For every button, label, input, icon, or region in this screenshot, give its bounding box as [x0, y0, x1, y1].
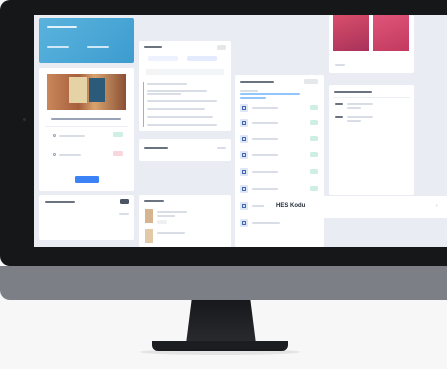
upcoming-title	[347, 107, 361, 109]
dashboard-screen: HES Kodu ›	[34, 15, 447, 247]
order-name	[252, 154, 278, 156]
sayac-toggle[interactable]	[120, 199, 129, 204]
vote-button[interactable]	[75, 176, 99, 183]
task-item[interactable]	[147, 116, 213, 118]
upcoming-date	[335, 116, 343, 118]
tab-active[interactable]	[148, 56, 178, 61]
news-card	[139, 195, 231, 247]
hes-code-title: HES Kodu	[276, 203, 306, 209]
upcoming-title	[347, 103, 373, 105]
orders-link[interactable]	[240, 93, 300, 95]
monitor-stand	[186, 300, 256, 344]
welcome-banner	[39, 18, 134, 63]
book-cover	[69, 77, 87, 103]
order-name	[252, 107, 278, 109]
order-status	[310, 152, 318, 157]
orders-subtitle	[240, 90, 258, 92]
option-badge	[113, 151, 123, 156]
orders-link[interactable]	[240, 97, 266, 99]
option-radio[interactable]	[53, 153, 56, 156]
monitor-chin	[0, 266, 447, 300]
task-list-card	[139, 41, 231, 131]
task-marker	[143, 82, 144, 127]
sayac-value	[119, 213, 129, 215]
event-poster[interactable]	[373, 15, 409, 51]
document-icon	[240, 185, 248, 193]
card-title	[334, 91, 372, 93]
banner-text-line	[87, 46, 109, 48]
card-link[interactable]	[217, 147, 226, 149]
card-title	[45, 201, 75, 203]
task-list	[139, 79, 231, 131]
card-question-line	[51, 118, 121, 120]
task-item[interactable]	[147, 90, 207, 92]
task-search-input[interactable]	[146, 69, 224, 75]
option-label	[59, 135, 85, 137]
order-name	[252, 171, 278, 173]
document-icon	[240, 219, 248, 227]
order-status	[310, 169, 318, 174]
order-status	[310, 105, 318, 110]
library-card	[39, 68, 134, 191]
card-title	[144, 200, 164, 202]
banner-text-line	[47, 46, 69, 48]
view-all-button[interactable]	[304, 79, 318, 84]
document-icon	[240, 119, 248, 127]
order-name	[252, 122, 278, 124]
welcome-banner-card	[39, 18, 134, 63]
card-title	[144, 46, 162, 48]
chevron-right-icon[interactable]: ›	[436, 204, 438, 209]
news-title	[157, 232, 185, 234]
task-item[interactable]	[147, 83, 187, 85]
document-icon	[240, 151, 248, 159]
option-badge	[113, 132, 123, 137]
task-item[interactable]	[147, 93, 181, 95]
banner-text-line	[47, 26, 77, 28]
upcoming-card	[329, 85, 414, 195]
task-item[interactable]	[147, 124, 217, 126]
upcoming-title	[347, 116, 373, 118]
document-icon	[240, 202, 248, 210]
divider	[333, 97, 410, 98]
divider	[45, 126, 128, 127]
news-thumbnail[interactable]	[145, 209, 153, 223]
news-subtitle	[157, 215, 175, 217]
monitor-camera	[23, 118, 26, 121]
order-status	[310, 186, 318, 191]
news-title	[157, 211, 187, 213]
event-card	[329, 15, 414, 73]
event-poster[interactable]	[333, 15, 369, 51]
card-title	[240, 81, 274, 83]
news-thumbnail[interactable]	[145, 229, 153, 243]
option-label	[59, 154, 81, 156]
add-task-button[interactable]	[217, 45, 226, 50]
group-card	[139, 139, 231, 161]
order-name	[252, 138, 278, 140]
stand-shadow	[140, 349, 300, 355]
order-status	[310, 120, 318, 125]
order-name	[252, 188, 278, 190]
book-cover	[89, 78, 105, 102]
tab-inactive[interactable]	[187, 56, 217, 61]
task-item[interactable]	[147, 108, 205, 110]
option-radio[interactable]	[53, 134, 56, 137]
news-tag[interactable]	[157, 220, 167, 224]
hes-code-panel[interactable]: HES Kodu ›	[264, 196, 447, 218]
upcoming-title	[347, 120, 361, 122]
sayac-card	[39, 195, 134, 240]
orders-card	[235, 75, 324, 247]
event-pagination[interactable]	[335, 64, 345, 66]
card-title	[144, 147, 168, 149]
document-icon	[240, 104, 248, 112]
upcoming-date	[335, 103, 343, 105]
document-icon	[240, 168, 248, 176]
order-status	[310, 136, 318, 141]
document-icon	[240, 135, 248, 143]
task-item[interactable]	[147, 100, 217, 102]
order-name	[252, 222, 280, 224]
